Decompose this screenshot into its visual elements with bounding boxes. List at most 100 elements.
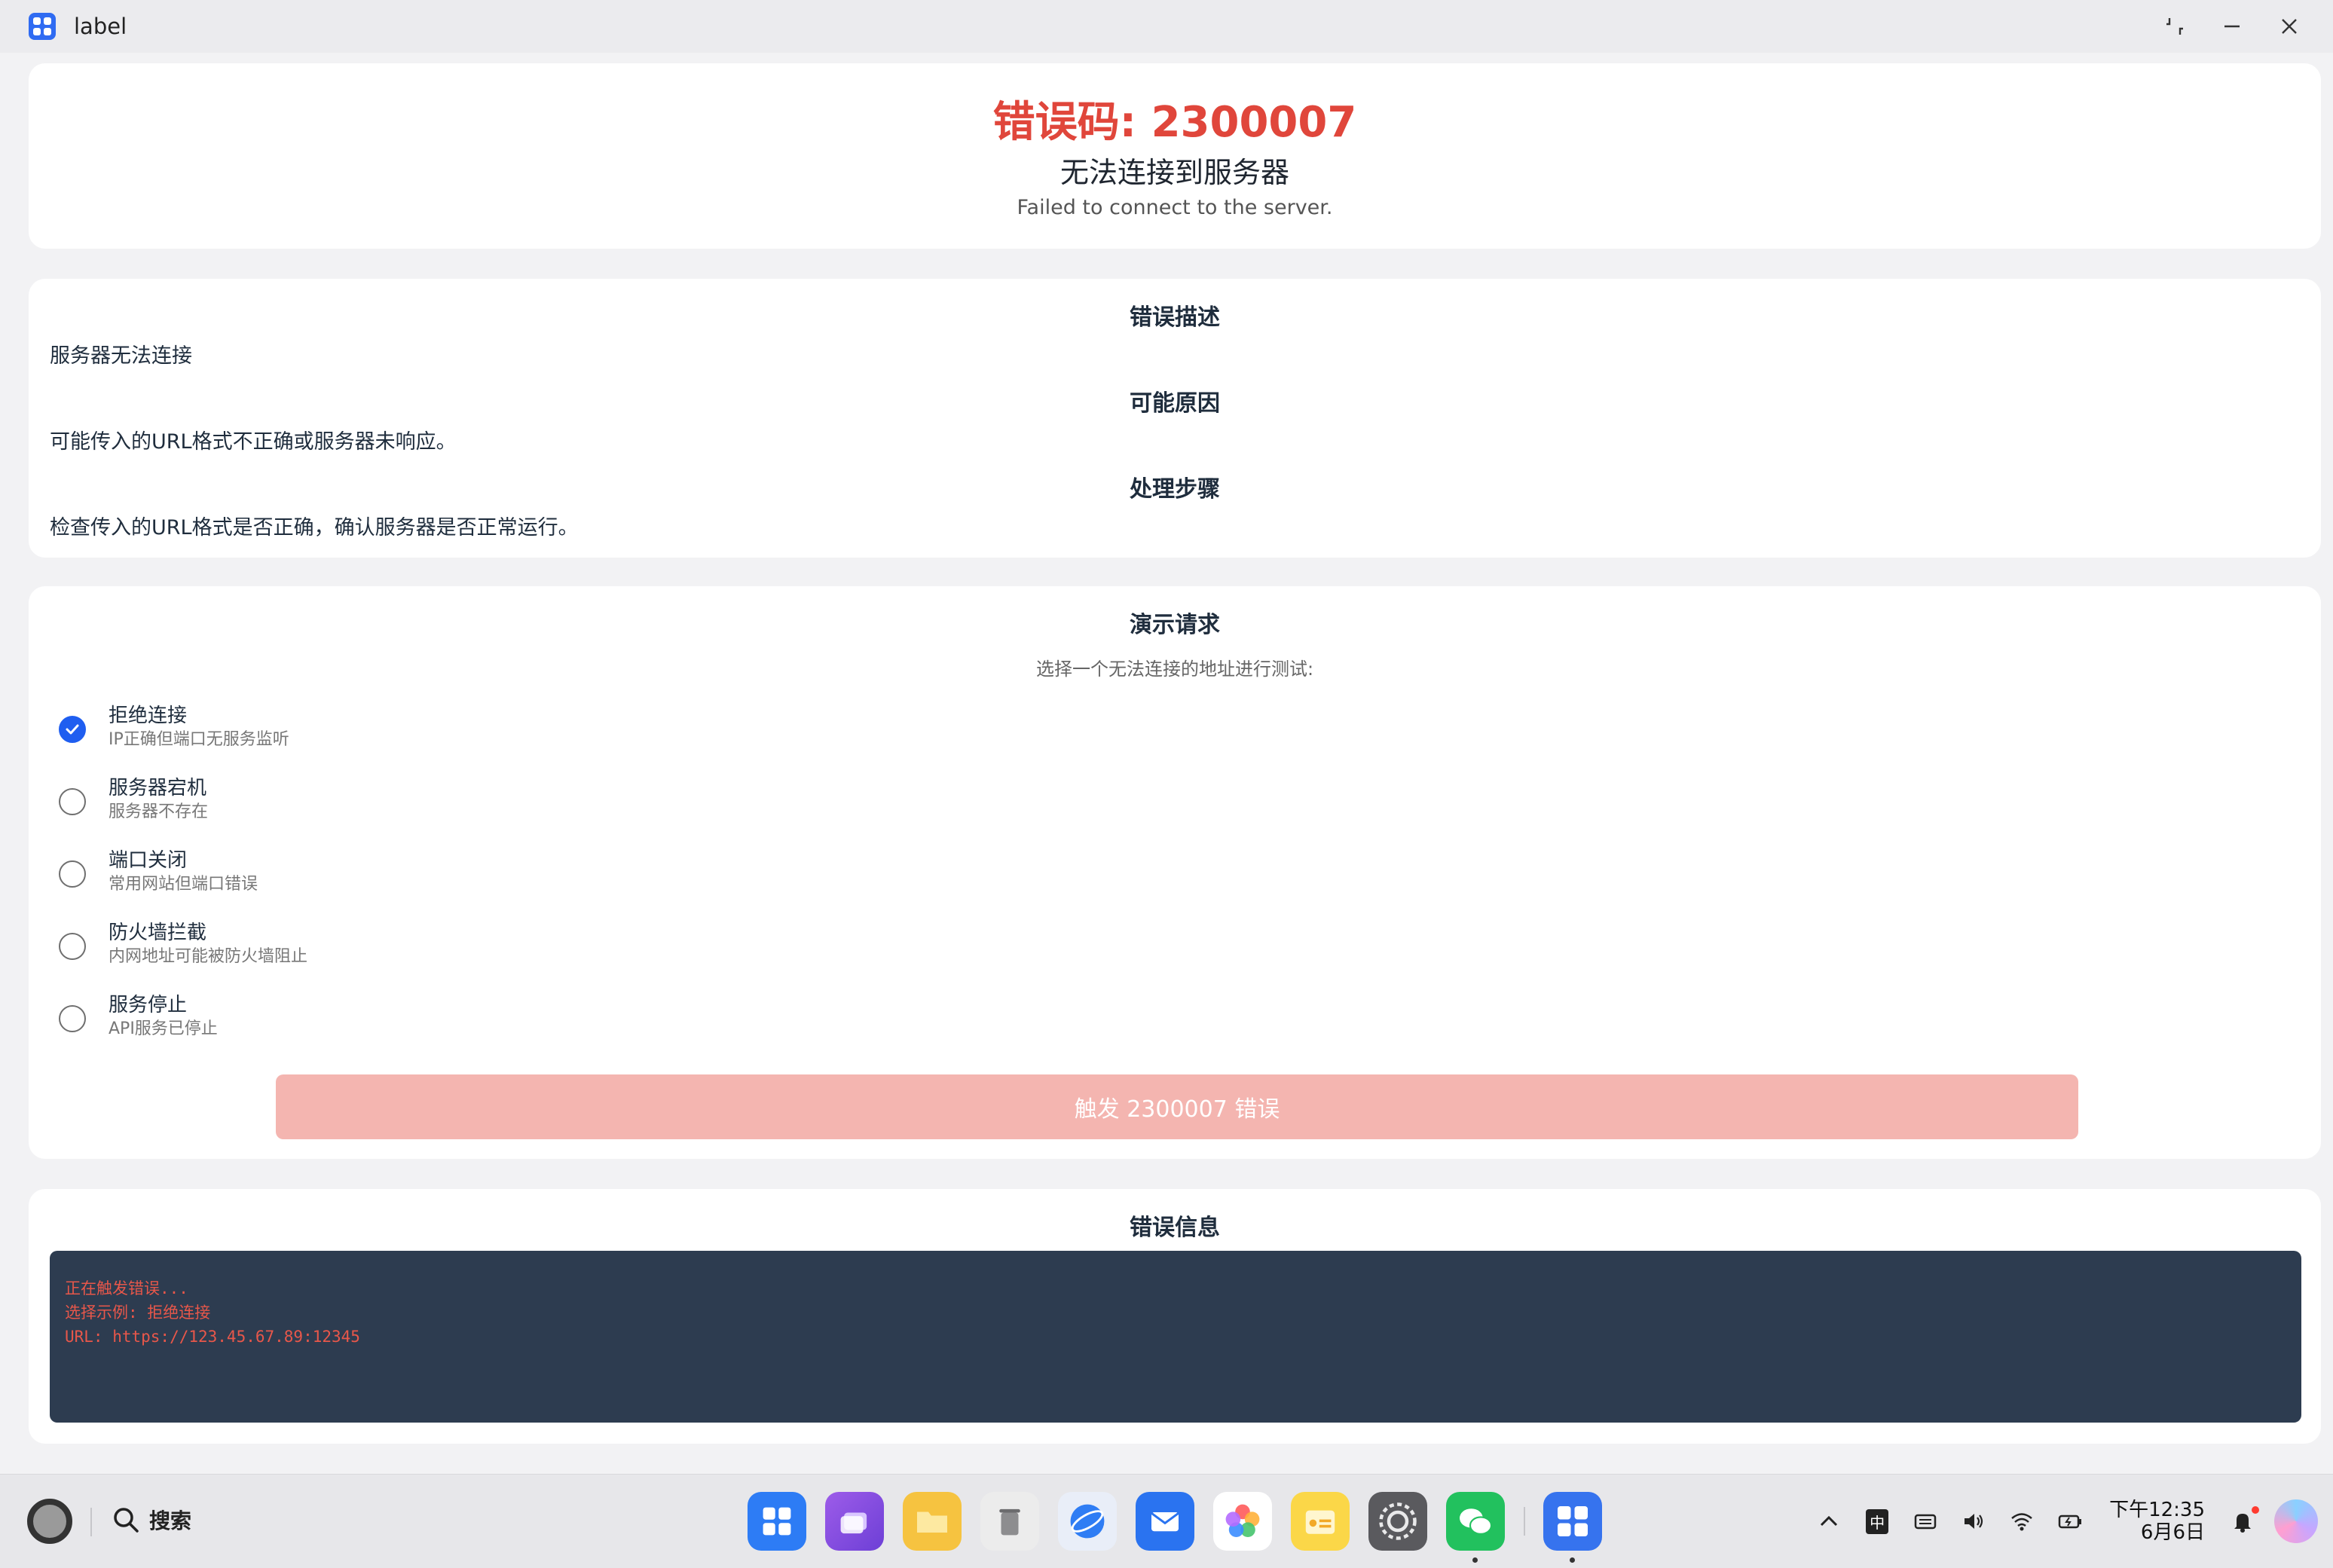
- error-info-card: 错误信息 正在触发错误... 选择示例: 拒绝连接 URL: https://1…: [29, 1189, 2321, 1444]
- option-service-stopped[interactable]: 服务停止 API服务已停止: [59, 992, 218, 1052]
- console-line: URL: https://123.45.67.89:12345: [65, 1328, 360, 1346]
- cause-heading: 可能原因: [1130, 390, 1220, 417]
- cause-text: 可能传入的URL格式不正确或服务器未响应。: [50, 430, 457, 454]
- photos-icon[interactable]: [1213, 1492, 1272, 1551]
- label-app-icon[interactable]: [1543, 1492, 1602, 1563]
- option-title: 防火墙拦截: [109, 922, 207, 944]
- title-bar: label: [0, 0, 2333, 53]
- check-icon: [66, 724, 79, 735]
- grid-glyph-icon: [763, 1507, 791, 1536]
- keyboard-icon: [1914, 1514, 1937, 1530]
- taskbar-divider: [90, 1508, 92, 1536]
- battery-icon: [2058, 1515, 2082, 1529]
- notification-badge: [2252, 1506, 2259, 1514]
- system-tray: 中 下午12:35 6月6日: [1805, 1475, 2333, 1568]
- restore-button[interactable]: [2146, 0, 2203, 53]
- trash-glyph-icon: [999, 1508, 1020, 1536]
- error-subtitle: Failed to connect to the server.: [1017, 196, 1333, 219]
- option-firewall[interactable]: 防火墙拦截 内网地址可能被防火墙阻止: [59, 919, 307, 980]
- option-refused[interactable]: 拒绝连接 IP正确但端口无服务监听: [59, 702, 289, 763]
- battery-button[interactable]: [2046, 1497, 2094, 1545]
- notes-icon[interactable]: [1291, 1492, 1350, 1551]
- chevron-up-icon: [1821, 1515, 1838, 1527]
- error-console: 正在触发错误... 选择示例: 拒绝连接 URL: https://123.45…: [50, 1251, 2301, 1423]
- clock-date: 6月6日: [2140, 1521, 2205, 1544]
- option-title: 拒绝连接: [109, 705, 188, 727]
- mail-icon[interactable]: [1136, 1492, 1194, 1551]
- error-code: 错误码: 2300007: [992, 98, 1357, 147]
- chat-bubbles-icon: [1460, 1508, 1493, 1535]
- wifi-button[interactable]: [1998, 1497, 2046, 1545]
- app-icon: [29, 13, 56, 40]
- ime-indicator[interactable]: 中: [1853, 1497, 1901, 1545]
- window-title: label: [74, 14, 127, 39]
- radio-unchecked[interactable]: [59, 933, 86, 960]
- note-glyph-icon: [1305, 1510, 1335, 1534]
- steps-heading: 处理步骤: [1130, 476, 1220, 503]
- files-icon[interactable]: [903, 1492, 962, 1551]
- windows-glyph-icon: [840, 1512, 867, 1534]
- steps-text: 检查传入的URL格式是否正确，确认服务器是否正常运行。: [50, 516, 579, 539]
- globe-glyph-icon: [1070, 1504, 1105, 1539]
- notifications-button[interactable]: [2218, 1497, 2267, 1545]
- option-subtitle: IP正确但端口无服务监听: [109, 730, 289, 749]
- close-icon: [2282, 19, 2297, 34]
- description-text: 服务器无法连接: [50, 344, 192, 368]
- browser-icon[interactable]: [1058, 1492, 1117, 1551]
- assistant-icon[interactable]: [2274, 1499, 2318, 1543]
- option-title: 服务停止: [109, 994, 188, 1016]
- description-heading: 错误描述: [1130, 304, 1220, 331]
- option-subtitle: 常用网站但端口错误: [109, 875, 258, 894]
- settings-icon[interactable]: [1368, 1492, 1427, 1551]
- option-subtitle: 内网地址可能被防火墙阻止: [109, 947, 308, 966]
- keyboard-button[interactable]: [1901, 1497, 1949, 1545]
- option-port-closed[interactable]: 端口关闭 常用网站但端口错误: [59, 847, 258, 907]
- minimize-icon: [2224, 25, 2240, 28]
- running-indicator: [1570, 1557, 1575, 1563]
- taskbar-search[interactable]: 搜索: [112, 1505, 191, 1535]
- restore-icon: [2166, 18, 2183, 35]
- radio-unchecked[interactable]: [59, 1005, 86, 1032]
- gear-icon: [1379, 1502, 1417, 1540]
- volume-button[interactable]: [1949, 1497, 1998, 1545]
- option-subtitle: API服务已停止: [109, 1019, 218, 1038]
- demo-heading: 演示请求: [1130, 612, 1220, 638]
- clock-time: 下午12:35: [2109, 1499, 2205, 1521]
- grid-app-icon[interactable]: [748, 1492, 806, 1551]
- option-server-down[interactable]: 服务器宕机 服务器不存在: [59, 775, 208, 835]
- tray-expand-button[interactable]: [1805, 1497, 1853, 1545]
- radio-unchecked[interactable]: [59, 788, 86, 815]
- window-controls: [2146, 0, 2318, 53]
- flower-glyph-icon: [1225, 1504, 1260, 1537]
- bell-icon: [2234, 1514, 2251, 1533]
- search-label: 搜索: [149, 1508, 192, 1533]
- folder-glyph-icon: [917, 1511, 947, 1533]
- envelope-glyph-icon: [1151, 1511, 1179, 1532]
- speaker-icon: [1965, 1514, 1983, 1529]
- wifi-icon: [2011, 1513, 2032, 1531]
- dock: [748, 1490, 1621, 1563]
- option-title: 端口关闭: [109, 849, 188, 872]
- console-line: 选择示例: 拒绝连接: [65, 1304, 211, 1322]
- app-grid-glyph-icon: [1558, 1506, 1588, 1536]
- close-button[interactable]: [2261, 0, 2318, 53]
- minimize-button[interactable]: [2203, 0, 2261, 53]
- trigger-error-button[interactable]: 触发 2300007 错误: [276, 1074, 2078, 1139]
- radio-checked[interactable]: [59, 716, 86, 743]
- error-title: 无法连接到服务器: [1059, 156, 1289, 189]
- trash-icon[interactable]: [980, 1492, 1039, 1551]
- radio-unchecked[interactable]: [59, 860, 86, 888]
- option-title: 服务器宕机: [109, 777, 207, 799]
- error-header-card: 错误码: 2300007 无法连接到服务器 Failed to connect …: [29, 63, 2321, 249]
- demo-hint: 选择一个无法连接的地址进行测试:: [1035, 659, 1314, 680]
- console-line: 正在触发错误...: [65, 1279, 188, 1297]
- info-heading: 错误信息: [1130, 1215, 1220, 1241]
- clock[interactable]: 下午12:35 6月6日: [2109, 1499, 2205, 1544]
- wechat-icon[interactable]: [1446, 1492, 1505, 1563]
- search-icon: [114, 1508, 139, 1533]
- multitask-icon[interactable]: [825, 1492, 884, 1551]
- start-button[interactable]: [27, 1499, 72, 1544]
- ime-label: 中: [1866, 1508, 1889, 1534]
- demo-request-card: 演示请求 选择一个无法连接的地址进行测试: 拒绝连接 IP正确但端口无服务监听 …: [29, 586, 2321, 1159]
- dock-divider: [1524, 1507, 1525, 1536]
